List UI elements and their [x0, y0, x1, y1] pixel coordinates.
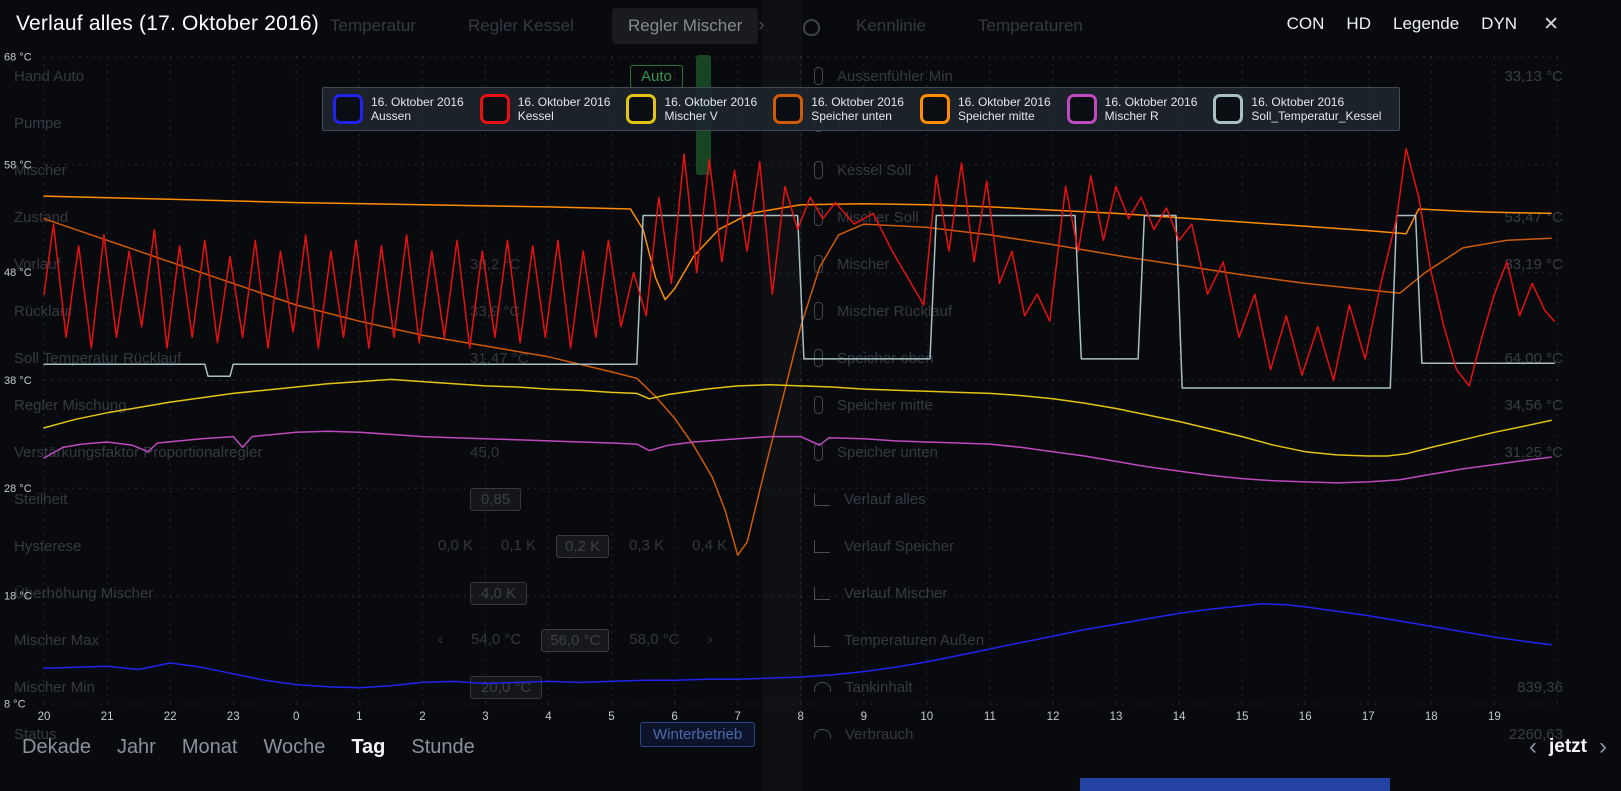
x-axis-label: 23: [227, 711, 240, 723]
legend-date: 16. Oktober 2016: [811, 95, 904, 109]
legend-text: 16. Oktober 2016Aussen: [371, 95, 464, 123]
series-line-Speicher mitte: [44, 196, 1551, 300]
series-line-Mischer V: [44, 379, 1551, 456]
x-axis-label: 22: [164, 711, 177, 723]
legend-entry-Mischer V[interactable]: 16. Oktober 2016Mischer V: [626, 94, 765, 124]
time-nav: ‹ jetzt ›: [1529, 736, 1621, 758]
bottombar: Dekade Jahr Monat Woche Tag Stunde ‹ jetzt ›: [0, 726, 1621, 791]
range-nav: Dekade Jahr Monat Woche Tag Stunde: [0, 736, 475, 759]
legend-series-name: Mischer R: [1105, 109, 1198, 123]
legend-text: 16. Oktober 2016Speicher unten: [811, 95, 904, 123]
x-axis-label: 6: [671, 711, 677, 723]
legend-swatch-icon: [480, 94, 510, 124]
x-axis-label: 14: [1173, 711, 1186, 723]
y-axis-label: 68 °C: [4, 52, 32, 64]
x-axis-label: 12: [1047, 711, 1060, 723]
legend-entry-Kessel[interactable]: 16. Oktober 2016Kessel: [480, 94, 619, 124]
legend-entry-Soll_Temperatur_Kessel[interactable]: 16. Oktober 2016Soll_Temperatur_Kessel: [1213, 94, 1389, 124]
x-axis-label: 3: [482, 711, 488, 723]
range-woche[interactable]: Woche: [263, 736, 325, 759]
legend-entry-Speicher mitte[interactable]: 16. Oktober 2016Speicher mitte: [920, 94, 1059, 124]
range-stunde[interactable]: Stunde: [411, 736, 474, 759]
header-control-con[interactable]: CON: [1287, 14, 1325, 34]
legend-date: 16. Oktober 2016: [1105, 95, 1198, 109]
prev-button[interactable]: ‹: [1529, 737, 1537, 757]
series-line-Speicher unten: [44, 219, 1551, 556]
x-axis-label: 4: [545, 711, 552, 723]
range-monat[interactable]: Monat: [182, 736, 238, 759]
chart-legend: 16. Oktober 2016Aussen16. Oktober 2016Ke…: [322, 87, 1400, 131]
legend-swatch-icon: [1213, 94, 1243, 124]
x-axis-label: 0: [293, 711, 299, 723]
x-axis-label: 8: [797, 711, 803, 723]
legend-series-name: Speicher unten: [811, 109, 904, 123]
legend-series-name: Aussen: [371, 109, 464, 123]
legend-entry-Speicher unten[interactable]: 16. Oktober 2016Speicher unten: [773, 94, 912, 124]
legend-series-name: Soll_Temperatur_Kessel: [1251, 109, 1381, 123]
x-axis-label: 21: [101, 711, 114, 723]
x-axis-label: 15: [1236, 711, 1249, 723]
header-control-legende[interactable]: Legende: [1393, 14, 1459, 34]
range-dekade[interactable]: Dekade: [22, 736, 91, 759]
page-title: Verlauf alles (17. Oktober 2016): [16, 12, 319, 36]
legend-swatch-icon: [920, 94, 950, 124]
x-axis-label: 19: [1488, 711, 1501, 723]
legend-series-name: Speicher mitte: [958, 109, 1051, 123]
y-axis-label: 18 °C: [4, 591, 32, 603]
header-control-hd[interactable]: HD: [1346, 14, 1371, 34]
x-axis-label: 10: [920, 711, 933, 723]
x-axis-label: 5: [608, 711, 614, 723]
y-axis-label: 58 °C: [4, 159, 32, 171]
legend-swatch-icon: [773, 94, 803, 124]
legend-swatch-icon: [333, 94, 363, 124]
x-axis-label: 1: [356, 711, 362, 723]
legend-entry-Aussen[interactable]: 16. Oktober 2016Aussen: [333, 94, 472, 124]
header-buttons: CON HD Legende DYN: [1287, 14, 1517, 34]
x-axis-label: 20: [38, 711, 51, 723]
legend-date: 16. Oktober 2016: [371, 95, 464, 109]
verlauf-window: TemperaturRegler KesselRegler MischerKen…: [0, 0, 1621, 791]
legend-text: 16. Oktober 2016Mischer V: [664, 95, 757, 123]
series-line-Mischer R: [44, 431, 1551, 483]
range-jahr[interactable]: Jahr: [117, 736, 156, 759]
header-control-dyn[interactable]: DYN: [1481, 14, 1517, 34]
x-axis-label: 16: [1299, 711, 1312, 723]
range-tag[interactable]: Tag: [351, 736, 385, 759]
x-axis-label: 17: [1362, 711, 1375, 723]
legend-series-name: Kessel: [518, 109, 611, 123]
legend-text: 16. Oktober 2016Kessel: [518, 95, 611, 123]
legend-text: 16. Oktober 2016Speicher mitte: [958, 95, 1051, 123]
legend-series-name: Mischer V: [664, 109, 757, 123]
y-axis-label: 28 °C: [4, 483, 32, 495]
x-axis-label: 7: [734, 711, 740, 723]
x-axis-label: 11: [984, 711, 996, 723]
legend-date: 16. Oktober 2016: [1251, 95, 1381, 109]
legend-swatch-icon: [626, 94, 656, 124]
y-axis-label: 38 °C: [4, 375, 32, 387]
y-axis-label: 48 °C: [4, 267, 32, 279]
legend-swatch-icon: [1067, 94, 1097, 124]
titlebar: Verlauf alles (17. Oktober 2016) CON HD Le…: [0, 0, 1621, 48]
header-controls: CON HD Legende DYN ✕: [1287, 13, 1559, 36]
x-axis-label: 9: [861, 711, 867, 723]
y-axis-label: 8 °C: [4, 699, 26, 711]
legend-text: 16. Oktober 2016Soll_Temperatur_Kessel: [1251, 95, 1381, 123]
now-button[interactable]: jetzt: [1549, 736, 1587, 758]
x-axis-label: 2: [419, 711, 425, 723]
next-button[interactable]: ›: [1599, 737, 1607, 757]
legend-text: 16. Oktober 2016Mischer R: [1105, 95, 1198, 123]
series-line-Aussen: [44, 604, 1551, 688]
x-axis-label: 13: [1110, 711, 1123, 723]
legend-date: 16. Oktober 2016: [664, 95, 757, 109]
close-icon[interactable]: ✕: [1543, 13, 1559, 36]
legend-date: 16. Oktober 2016: [958, 95, 1051, 109]
legend-date: 16. Oktober 2016: [518, 95, 611, 109]
temperature-chart: 68 °C58 °C48 °C38 °C28 °C18 °C8 °C202122…: [0, 48, 1621, 728]
x-axis-label: 18: [1425, 711, 1438, 723]
legend-entry-Mischer R[interactable]: 16. Oktober 2016Mischer R: [1067, 94, 1206, 124]
